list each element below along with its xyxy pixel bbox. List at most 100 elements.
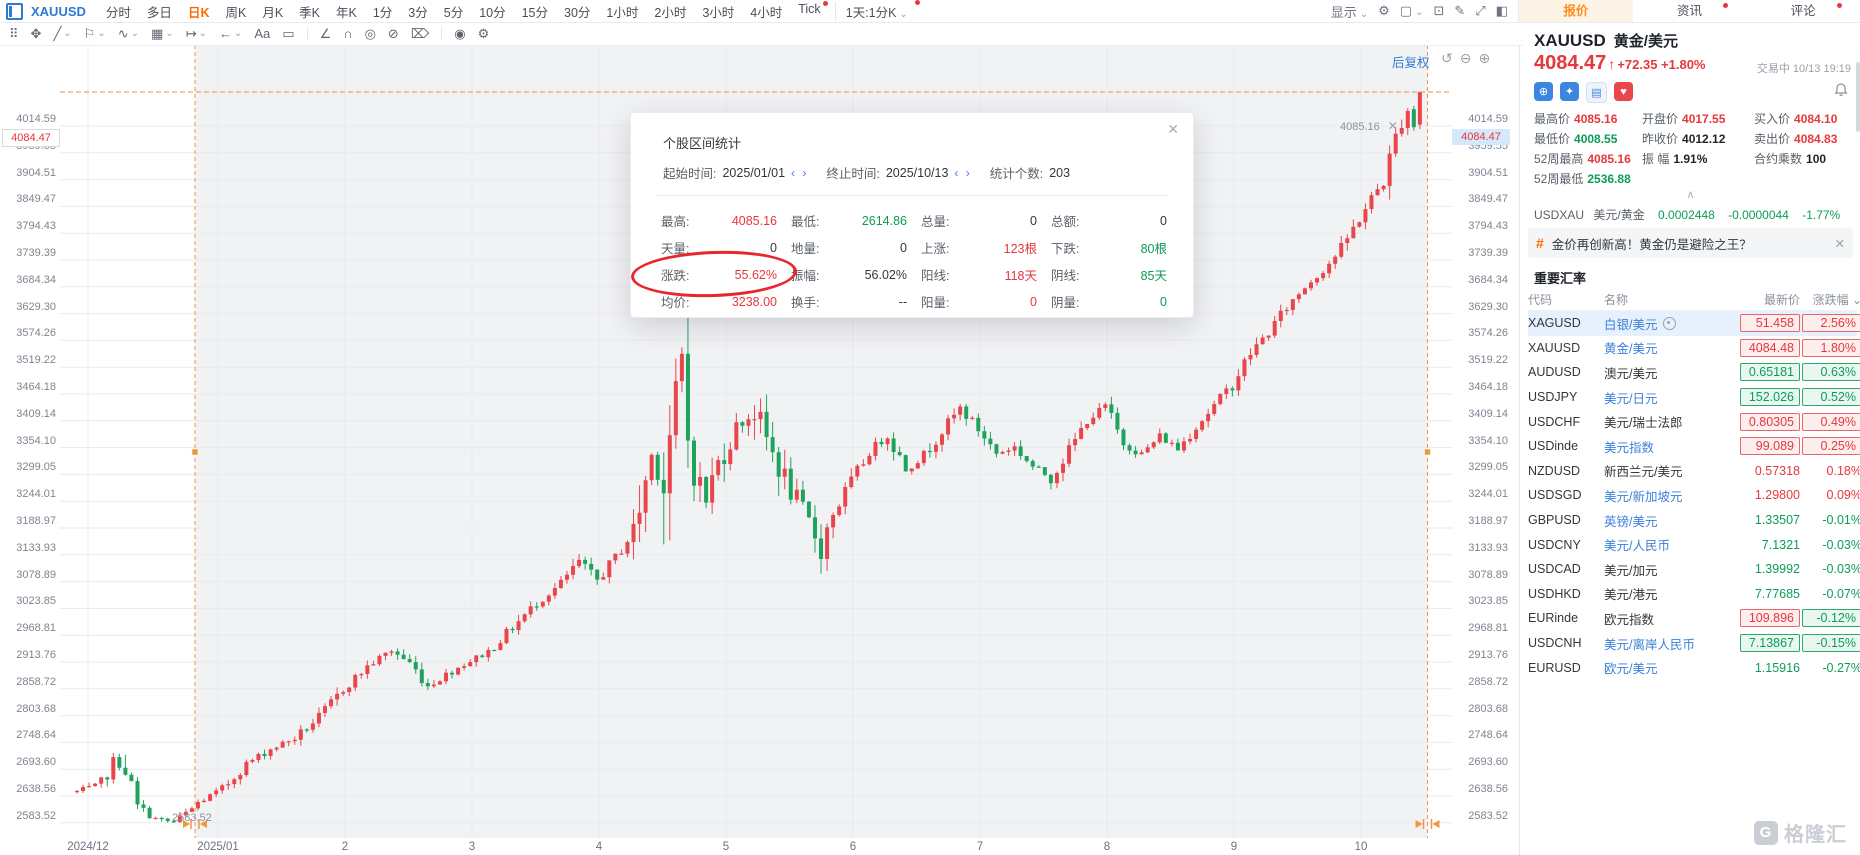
- undo-icon[interactable]: ↺: [1441, 50, 1453, 67]
- timeframe-10分[interactable]: 10分: [471, 2, 513, 21]
- timeframe-日K[interactable]: 日K: [180, 2, 218, 21]
- side-panel-icon[interactable]: ◧: [1496, 3, 1508, 19]
- rate-row-USDSGD[interactable]: USDSGD美元/新加坡元1.298000.09%: [1528, 483, 1857, 508]
- angle-icon[interactable]: ∠: [315, 26, 337, 42]
- wave-icon[interactable]: ∿⌄: [113, 26, 144, 42]
- adjust-mode-label[interactable]: 后复权: [1392, 52, 1430, 71]
- start-time-stepper[interactable]: ‹ ›: [791, 166, 808, 180]
- rate-row-USDHKD[interactable]: USDHKD美元/港元7.77685-0.07%: [1528, 582, 1857, 607]
- delete-drawings-icon[interactable]: ⌦: [406, 26, 434, 42]
- timeframe-3小时[interactable]: 3小时: [694, 2, 742, 21]
- close-icon[interactable]: ✕: [1388, 119, 1398, 133]
- timeframe-1小时[interactable]: 1小时: [598, 2, 646, 21]
- end-time-stepper[interactable]: ‹ ›: [954, 166, 971, 180]
- globe-icon[interactable]: ⊕: [1534, 82, 1553, 101]
- rate-name[interactable]: 美元/人民币: [1604, 535, 1716, 554]
- rate-name[interactable]: 黄金/美元: [1604, 338, 1716, 357]
- rate-row-GBPUSD[interactable]: GBPUSD英镑/美元1.33507-0.01%: [1528, 508, 1857, 533]
- rate-name[interactable]: 美元/港元: [1604, 584, 1716, 603]
- fullscreen-icon[interactable]: ⤢: [1475, 3, 1485, 19]
- lock-drawings-icon[interactable]: ⊘: [383, 26, 404, 42]
- chart-style-icon[interactable]: ▢⌄: [1400, 3, 1424, 19]
- timeframe-季K[interactable]: 季K: [291, 2, 328, 21]
- draw-pencil-icon[interactable]: ✎: [1454, 3, 1465, 19]
- symbol-label[interactable]: XAUUSD: [31, 4, 86, 19]
- rate-name[interactable]: 新西兰元/美元: [1604, 461, 1716, 480]
- timeframe-周K[interactable]: 周K: [217, 2, 254, 21]
- banner-close-icon[interactable]: ✕: [1835, 236, 1845, 251]
- news-banner[interactable]: # 金价再创新高！黄金仍是避险之王？ ✕: [1528, 228, 1853, 258]
- timeframe-月K[interactable]: 月K: [254, 2, 291, 21]
- screenshot-camera-icon[interactable]: ⊡: [1433, 3, 1444, 19]
- app-window-icon[interactable]: [6, 3, 23, 20]
- timeframe-多日[interactable]: 多日: [139, 2, 180, 21]
- move-icon[interactable]: ✥: [26, 26, 47, 42]
- timeframe-1分[interactable]: 1分: [365, 2, 400, 21]
- rate-row-USDCNH[interactable]: USDCNH美元/离岸人民币7.13867-0.15%: [1528, 631, 1857, 656]
- dialog-close-icon[interactable]: ✕: [1167, 121, 1179, 138]
- timeframe-2小时[interactable]: 2小时: [646, 2, 694, 21]
- rate-row-USDCNY[interactable]: USDCNY美元/人民币7.1321-0.03%: [1528, 532, 1857, 557]
- tab-资讯[interactable]: 资讯: [1633, 0, 1747, 22]
- rate-row-EURinde[interactable]: EURinde欧元指数109.896-0.12%: [1528, 606, 1857, 631]
- rate-row-EURUSD[interactable]: EURUSD欧元/美元1.15916-0.27%: [1528, 655, 1857, 680]
- trendline-icon[interactable]: ╱⌄: [48, 26, 76, 42]
- rate-name[interactable]: 美元/新加坡元: [1604, 486, 1716, 505]
- display-menu[interactable]: 显示⌄: [1331, 2, 1368, 21]
- settings-gear-icon[interactable]: ⚙: [1378, 3, 1390, 19]
- rate-name[interactable]: 欧元指数: [1604, 609, 1716, 628]
- usdxau-row[interactable]: USDXAU 美元/黄金 0.0002448 -0.0000044 -1.77%: [1534, 206, 1840, 223]
- period-selector[interactable]: 1天:1分K⌄: [835, 2, 922, 21]
- replay-icon[interactable]: ◉: [449, 26, 470, 42]
- timeframe-30分[interactable]: 30分: [556, 2, 598, 21]
- rate-name[interactable]: 美元/日元: [1604, 388, 1716, 407]
- end-time-value[interactable]: 2025/10/13: [886, 166, 949, 180]
- timeframe-年K[interactable]: 年K: [328, 2, 365, 21]
- alert-bell-icon[interactable]: [1833, 82, 1849, 103]
- rate-row-XAGUSD[interactable]: XAGUSD白银/美元51.4582.56%: [1528, 311, 1857, 336]
- favorite-heart-icon[interactable]: ♥: [1614, 82, 1633, 101]
- rate-name[interactable]: 白银/美元: [1604, 314, 1716, 333]
- rate-name[interactable]: 澳元/美元: [1604, 363, 1716, 382]
- text-icon[interactable]: Aa: [249, 26, 275, 41]
- rate-row-AUDUSD[interactable]: AUDUSD澳元/美元0.651810.63%: [1528, 360, 1857, 385]
- zoom-in-icon[interactable]: ⊕: [1478, 50, 1490, 67]
- drag-handle-icon[interactable]: ⠿: [4, 26, 24, 42]
- timeframe-3分[interactable]: 3分: [400, 2, 435, 21]
- timeframe-4小时[interactable]: 4小时: [742, 2, 790, 21]
- target-icon[interactable]: [1663, 317, 1676, 330]
- start-time-value[interactable]: 2025/01/01: [722, 166, 785, 180]
- tag-icon[interactable]: ✦: [1560, 82, 1579, 101]
- channel-icon[interactable]: ⚐⌄: [79, 26, 111, 42]
- hide-drawings-icon[interactable]: ◎: [360, 26, 381, 42]
- rate-name[interactable]: 美元/离岸人民币: [1604, 634, 1716, 653]
- rate-row-USDCHF[interactable]: USDCHF美元/瑞士法郎0.803050.49%: [1528, 409, 1857, 434]
- pattern-icon[interactable]: ▦⌄: [146, 26, 179, 42]
- collapse-chevron-icon[interactable]: ∧: [1686, 188, 1694, 201]
- rate-row-USDJPY[interactable]: USDJPY美元/日元152.0260.52%: [1528, 385, 1857, 410]
- rate-name[interactable]: 欧元/美元: [1604, 658, 1716, 677]
- rates-header-4[interactable]: 涨跌幅 ⌄: [1800, 291, 1860, 308]
- timeframe-Tick[interactable]: Tick: [790, 2, 828, 21]
- rate-name[interactable]: 美元/加元: [1604, 560, 1716, 579]
- zoom-out-icon[interactable]: ⊖: [1460, 50, 1472, 67]
- timeframe-5分[interactable]: 5分: [436, 2, 471, 21]
- magnet-icon[interactable]: ∩: [338, 26, 357, 41]
- timeframe-分时[interactable]: 分时: [98, 2, 139, 21]
- measure-icon[interactable]: ↦⌄: [181, 26, 212, 42]
- rate-row-USDCAD[interactable]: USDCAD美元/加元1.39992-0.03%: [1528, 557, 1857, 582]
- panel-scrollbar[interactable]: [1856, 62, 1860, 132]
- drawing-settings-icon[interactable]: ⚙: [473, 26, 495, 42]
- timeframe-15分[interactable]: 15分: [514, 2, 556, 21]
- tab-评论[interactable]: 评论: [1746, 0, 1860, 22]
- rate-row-USDinde[interactable]: USDinde美元指数99.0890.25%: [1528, 434, 1857, 459]
- rate-name[interactable]: 英镑/美元: [1604, 511, 1716, 530]
- arrow-icon[interactable]: ←⌄: [214, 26, 247, 41]
- rate-row-XAUUSD[interactable]: XAUUSD黄金/美元4084.481.80%: [1528, 336, 1857, 361]
- rate-name[interactable]: 美元/瑞士法郎: [1604, 412, 1716, 431]
- comment-icon[interactable]: ▭: [277, 26, 299, 42]
- tab-报价[interactable]: 报价: [1519, 0, 1633, 22]
- rate-row-NZDUSD[interactable]: NZDUSD新西兰元/美元0.573180.18%: [1528, 459, 1857, 484]
- rate-name[interactable]: 美元指数: [1604, 437, 1716, 456]
- news-doc-icon[interactable]: ▤: [1586, 82, 1607, 103]
